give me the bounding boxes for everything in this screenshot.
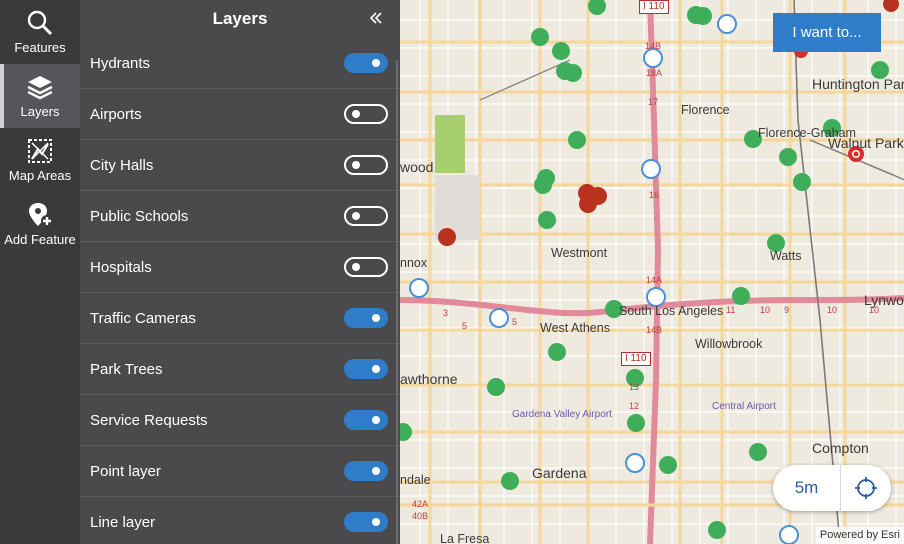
layer-toggle-public-schools[interactable] — [344, 206, 388, 226]
place-west-athens: West Athens — [540, 321, 610, 335]
layers-panel-header: Layers — [80, 0, 400, 40]
layer-label: Traffic Cameras — [90, 309, 196, 327]
map-controls: 5m — [773, 465, 891, 511]
map-attribution[interactable]: Powered by Esri — [815, 527, 904, 544]
double-chevron-left-icon — [369, 12, 382, 24]
scale-button[interactable]: 5m — [773, 465, 841, 511]
place-watts: Watts — [770, 249, 802, 263]
layer-list: Hydrants Airports City Halls Public Scho… — [80, 40, 400, 544]
layer-row-hospitals: Hospitals — [80, 242, 400, 293]
add-feature-icon — [29, 203, 53, 227]
map-view[interactable]: Huntington Park Florence Florence-Graham… — [400, 0, 904, 544]
layer-row-line-layer: Line layer — [80, 497, 400, 544]
layer-label: City Halls — [90, 156, 154, 174]
exit-number: 17 — [648, 97, 659, 107]
layer-toggle-park-trees[interactable] — [344, 359, 388, 379]
layer-toggle-line-layer[interactable] — [344, 512, 388, 532]
exit-number: 14A — [646, 275, 663, 285]
place-central-airport: Central Airport — [712, 401, 776, 412]
layers-icon — [27, 76, 53, 100]
layer-toggle-point-layer[interactable] — [344, 461, 388, 481]
layer-toggle-traffic-cameras[interactable] — [344, 308, 388, 328]
layer-toggle-city-halls[interactable] — [344, 155, 388, 175]
layer-toggle-service-requests[interactable] — [344, 410, 388, 430]
exit-number: 3 — [443, 308, 449, 318]
layer-row-traffic-cameras: Traffic Cameras — [80, 293, 400, 344]
place-ndale: ndale — [400, 473, 431, 487]
exit-number: 13 — [629, 382, 640, 392]
place-nnox: nnox — [400, 256, 428, 270]
exit-number: 10 — [760, 305, 771, 315]
layer-row-hydrants: Hydrants — [80, 38, 400, 89]
layer-label: Public Schools — [90, 207, 189, 225]
exit-number: 10 — [827, 305, 838, 315]
exit-number: 14B — [645, 41, 662, 51]
nav-map-areas[interactable]: Map Areas — [0, 128, 80, 192]
layer-label: Park Trees — [90, 360, 163, 378]
layer-toggle-hydrants[interactable] — [344, 53, 388, 73]
layer-label: Hydrants — [90, 54, 151, 72]
nav-rail: Features Layers Map Areas Add Feature — [0, 0, 80, 544]
layer-row-airports: Airports — [80, 89, 400, 140]
i-want-to-button[interactable]: I want to... — [773, 13, 881, 52]
layers-panel: Layers Hydrants Airports City Halls Publ… — [80, 0, 400, 544]
place-florence: Florence — [681, 103, 730, 117]
highway-shield-i110: I 110 — [639, 0, 669, 14]
exit-number: 16 — [649, 190, 660, 200]
place-westmont: Westmont — [551, 246, 608, 260]
search-icon — [27, 10, 53, 36]
nav-label-features: Features — [14, 40, 66, 55]
place-huntington-park: Huntington Park — [812, 76, 904, 92]
locate-button[interactable] — [841, 465, 891, 511]
place-wood: wood — [400, 159, 434, 175]
nav-label-add-feature: Add Feature — [4, 232, 76, 247]
nav-add-feature[interactable]: Add Feature — [0, 192, 80, 256]
layer-label: Line layer — [90, 513, 156, 531]
layer-label: Hospitals — [90, 258, 152, 276]
exit-number: 10 — [869, 305, 880, 315]
layer-label: Airports — [90, 105, 142, 123]
place-gardena: Gardena — [532, 465, 587, 481]
place-compton: Compton — [812, 440, 869, 456]
collapse-panel-button[interactable] — [366, 8, 386, 28]
layer-toggle-airports[interactable] — [344, 104, 388, 124]
nav-features[interactable]: Features — [0, 0, 80, 64]
exit-number: 9 — [784, 305, 790, 315]
exit-number: 42A — [412, 499, 429, 509]
place-walnut-park: Walnut Park — [828, 135, 904, 151]
highway-shield-i110: I 110 — [621, 352, 651, 366]
place-gardena-airport: Gardena Valley Airport — [512, 409, 612, 420]
exit-number: 11 — [726, 305, 736, 315]
exit-number: 14B — [646, 325, 663, 335]
nav-label-layers: Layers — [20, 104, 60, 119]
layer-label: Point layer — [90, 462, 161, 480]
layer-row-city-halls: City Halls — [80, 140, 400, 191]
exit-number: 5 — [512, 317, 518, 327]
panel-scrollbar[interactable] — [396, 60, 398, 544]
exit-number: 40B — [412, 511, 429, 521]
place-south-la: South Los Angeles — [619, 304, 724, 318]
nav-layers[interactable]: Layers — [0, 64, 80, 128]
layer-label: Service Requests — [90, 411, 208, 429]
layer-row-point-layer: Point layer — [80, 446, 400, 497]
crosshair-locate-icon — [855, 477, 877, 499]
exit-number: 12 — [629, 401, 640, 411]
exit-number: 5 — [462, 321, 468, 331]
place-hawthorne: awthorne — [400, 371, 458, 387]
layer-row-service-requests: Service Requests — [80, 395, 400, 446]
exit-number: 18A — [646, 68, 663, 78]
place-la-fresa: La Fresa — [440, 532, 490, 544]
map-areas-icon — [28, 139, 52, 163]
panel-title: Layers — [212, 9, 268, 28]
layer-row-park-trees: Park Trees — [80, 344, 400, 395]
layer-row-public-schools: Public Schools — [80, 191, 400, 242]
layer-toggle-hospitals[interactable] — [344, 257, 388, 277]
place-willowbrook: Willowbrook — [695, 337, 763, 351]
nav-label-map-areas: Map Areas — [8, 168, 72, 183]
